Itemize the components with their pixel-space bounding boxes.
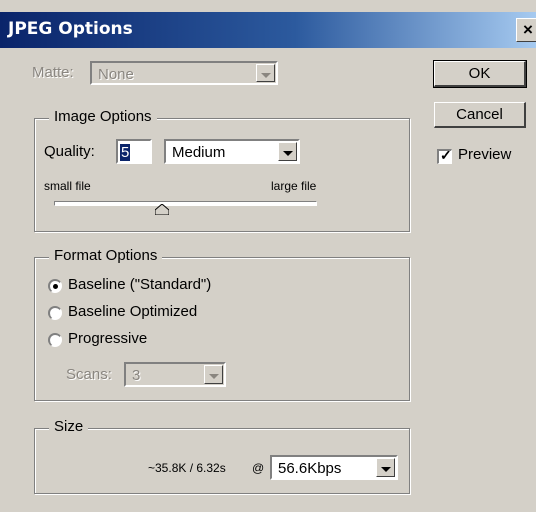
quality-preset-select[interactable]: Medium — [164, 139, 300, 164]
large-file-label: large file — [271, 179, 317, 193]
matte-select[interactable]: None — [90, 61, 278, 85]
dropdown-arrow-icon — [283, 151, 293, 156]
radio-progressive-label[interactable]: Progressive — [68, 330, 147, 347]
connection-speed-select[interactable]: 56.6Kbps — [270, 455, 398, 480]
size-at-symbol: @ — [252, 461, 265, 475]
preview-checkbox[interactable]: ✓ — [437, 147, 452, 164]
cancel-button[interactable]: Cancel — [434, 102, 526, 128]
close-button[interactable]: × — [516, 18, 536, 42]
quality-value: 5 — [120, 144, 131, 161]
scans-label: Scans: — [66, 366, 112, 383]
ok-button[interactable]: OK — [433, 60, 527, 88]
matte-value: None — [98, 66, 134, 83]
radio-baseline-standard[interactable] — [48, 279, 62, 293]
preview-label[interactable]: Preview — [458, 146, 511, 163]
scans-select[interactable]: 3 — [124, 362, 226, 387]
radio-baseline-optimized[interactable] — [48, 306, 62, 320]
size-estimate: ~35.8K / 6.32s — [148, 461, 226, 475]
quality-preset-value: Medium — [172, 144, 226, 161]
dropdown-arrow-icon — [381, 467, 391, 472]
quality-preset-dropdown-button[interactable] — [278, 142, 297, 161]
quality-label: Quality: — [44, 143, 95, 160]
dropdown-arrow-icon — [209, 374, 219, 379]
radio-baseline-optimized-label[interactable]: Baseline Optimized — [68, 303, 197, 320]
image-options-group: Image Options — [34, 108, 410, 232]
jpeg-options-dialog: JPEG Options × Matte: None Image Options… — [0, 0, 536, 512]
quality-input[interactable]: 5 — [116, 139, 152, 164]
format-options-legend: Format Options — [49, 247, 163, 264]
matte-label: Matte: — [32, 64, 74, 81]
checkmark-icon: ✓ — [440, 147, 452, 163]
image-options-legend: Image Options — [49, 108, 157, 125]
small-file-label: small file — [44, 179, 91, 193]
slider-thumb-icon[interactable] — [155, 204, 169, 215]
radio-baseline-standard-label[interactable]: Baseline ("Standard") — [68, 276, 211, 293]
matte-dropdown-button[interactable] — [256, 64, 275, 82]
radio-progressive[interactable] — [48, 333, 62, 347]
scans-value: 3 — [132, 367, 141, 384]
connection-speed-dropdown-button[interactable] — [376, 458, 395, 477]
connection-speed-value: 56.6Kbps — [278, 460, 342, 477]
quality-slider-track[interactable] — [54, 201, 317, 206]
close-icon: × — [523, 20, 533, 39]
window-title: JPEG Options — [8, 19, 133, 39]
dropdown-arrow-icon — [261, 73, 271, 78]
scans-dropdown-button[interactable] — [204, 365, 223, 384]
title-bar[interactable]: JPEG Options × — [0, 12, 536, 48]
size-legend: Size — [49, 418, 89, 435]
